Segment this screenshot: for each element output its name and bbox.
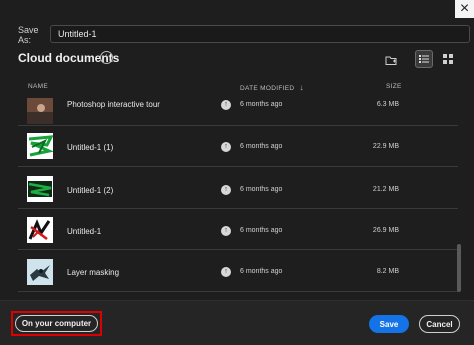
grid-view-icon bbox=[443, 54, 453, 64]
file-date: 6 months ago bbox=[240, 227, 283, 234]
save-dialog: × Save As: Cloud documents i bbox=[0, 0, 474, 345]
column-size-header[interactable]: SIZE bbox=[386, 83, 402, 90]
cloud-upload-icon: ↑ bbox=[221, 267, 231, 277]
save-button[interactable]: Save bbox=[369, 315, 409, 333]
file-size: 22.9 MB bbox=[372, 143, 399, 150]
file-row[interactable]: Photoshop interactive tour ↑ 6 months ag… bbox=[18, 96, 458, 126]
scrollbar-thumb[interactable] bbox=[457, 244, 461, 292]
file-date: 6 months ago bbox=[240, 143, 283, 150]
cloud-upload-icon: ↑ bbox=[221, 226, 231, 236]
file-thumbnail bbox=[27, 98, 53, 124]
sort-arrow-icon: ↓ bbox=[299, 83, 304, 92]
column-name-header[interactable]: NAME bbox=[28, 83, 48, 90]
file-name: Untitled-1 bbox=[67, 227, 102, 236]
file-list: Photoshop interactive tour ↑ 6 months ag… bbox=[0, 96, 462, 298]
cloud-upload-icon: ↑ bbox=[221, 185, 231, 195]
file-name: Untitled-1 (1) bbox=[67, 143, 114, 152]
file-row[interactable]: Untitled-1 ↑ 6 months ago 26.9 MB bbox=[18, 209, 458, 250]
on-your-computer-button[interactable]: On your computer bbox=[15, 315, 98, 332]
info-icon[interactable]: i bbox=[100, 51, 113, 64]
cloud-header: Cloud documents i bbox=[18, 50, 458, 68]
cloud-upload-icon: ↑ bbox=[221, 142, 231, 152]
file-name: Untitled-1 (2) bbox=[67, 186, 114, 195]
file-thumbnail bbox=[27, 133, 53, 159]
file-size: 21.2 MB bbox=[372, 186, 399, 193]
file-thumbnail bbox=[27, 259, 53, 285]
save-as-label: Save As: bbox=[18, 25, 39, 45]
close-button[interactable]: × bbox=[455, 0, 474, 18]
file-size: 6.3 MB bbox=[376, 101, 399, 108]
file-name: Layer masking bbox=[67, 268, 120, 277]
list-view-button[interactable] bbox=[415, 50, 433, 68]
file-date: 6 months ago bbox=[240, 268, 283, 275]
file-row[interactable]: Layer masking ↑ 6 months ago 8.2 MB bbox=[18, 251, 458, 292]
cancel-button[interactable]: Cancel bbox=[419, 315, 460, 333]
file-size: 26.9 MB bbox=[372, 227, 399, 234]
list-view-icon bbox=[419, 55, 429, 63]
file-thumbnail bbox=[27, 176, 53, 202]
column-headers: NAME DATE MODIFIED ↓ SIZE bbox=[0, 80, 474, 94]
column-date-label: DATE MODIFIED bbox=[240, 85, 295, 92]
new-folder-button[interactable] bbox=[382, 51, 400, 69]
file-date: 6 months ago bbox=[240, 186, 283, 193]
file-thumbnail bbox=[27, 217, 53, 243]
column-date-header[interactable]: DATE MODIFIED ↓ bbox=[240, 83, 304, 92]
filename-input[interactable] bbox=[50, 25, 470, 43]
file-row[interactable]: Untitled-1 (1) ↑ 6 months ago 22.9 MB bbox=[18, 126, 458, 167]
scrollbar[interactable] bbox=[456, 96, 462, 298]
grid-view-button[interactable] bbox=[439, 50, 457, 68]
save-as-row: Save As: bbox=[18, 25, 470, 45]
file-name: Photoshop interactive tour bbox=[67, 100, 160, 109]
file-date: 6 months ago bbox=[240, 101, 283, 108]
dialog-footer: On your computer Save Cancel bbox=[0, 300, 474, 345]
file-row[interactable]: Untitled-1 (2) ↑ 6 months ago 21.2 MB bbox=[18, 168, 458, 209]
file-size: 8.2 MB bbox=[376, 268, 399, 275]
cloud-upload-icon: ↑ bbox=[221, 100, 231, 110]
new-folder-icon bbox=[385, 56, 397, 65]
